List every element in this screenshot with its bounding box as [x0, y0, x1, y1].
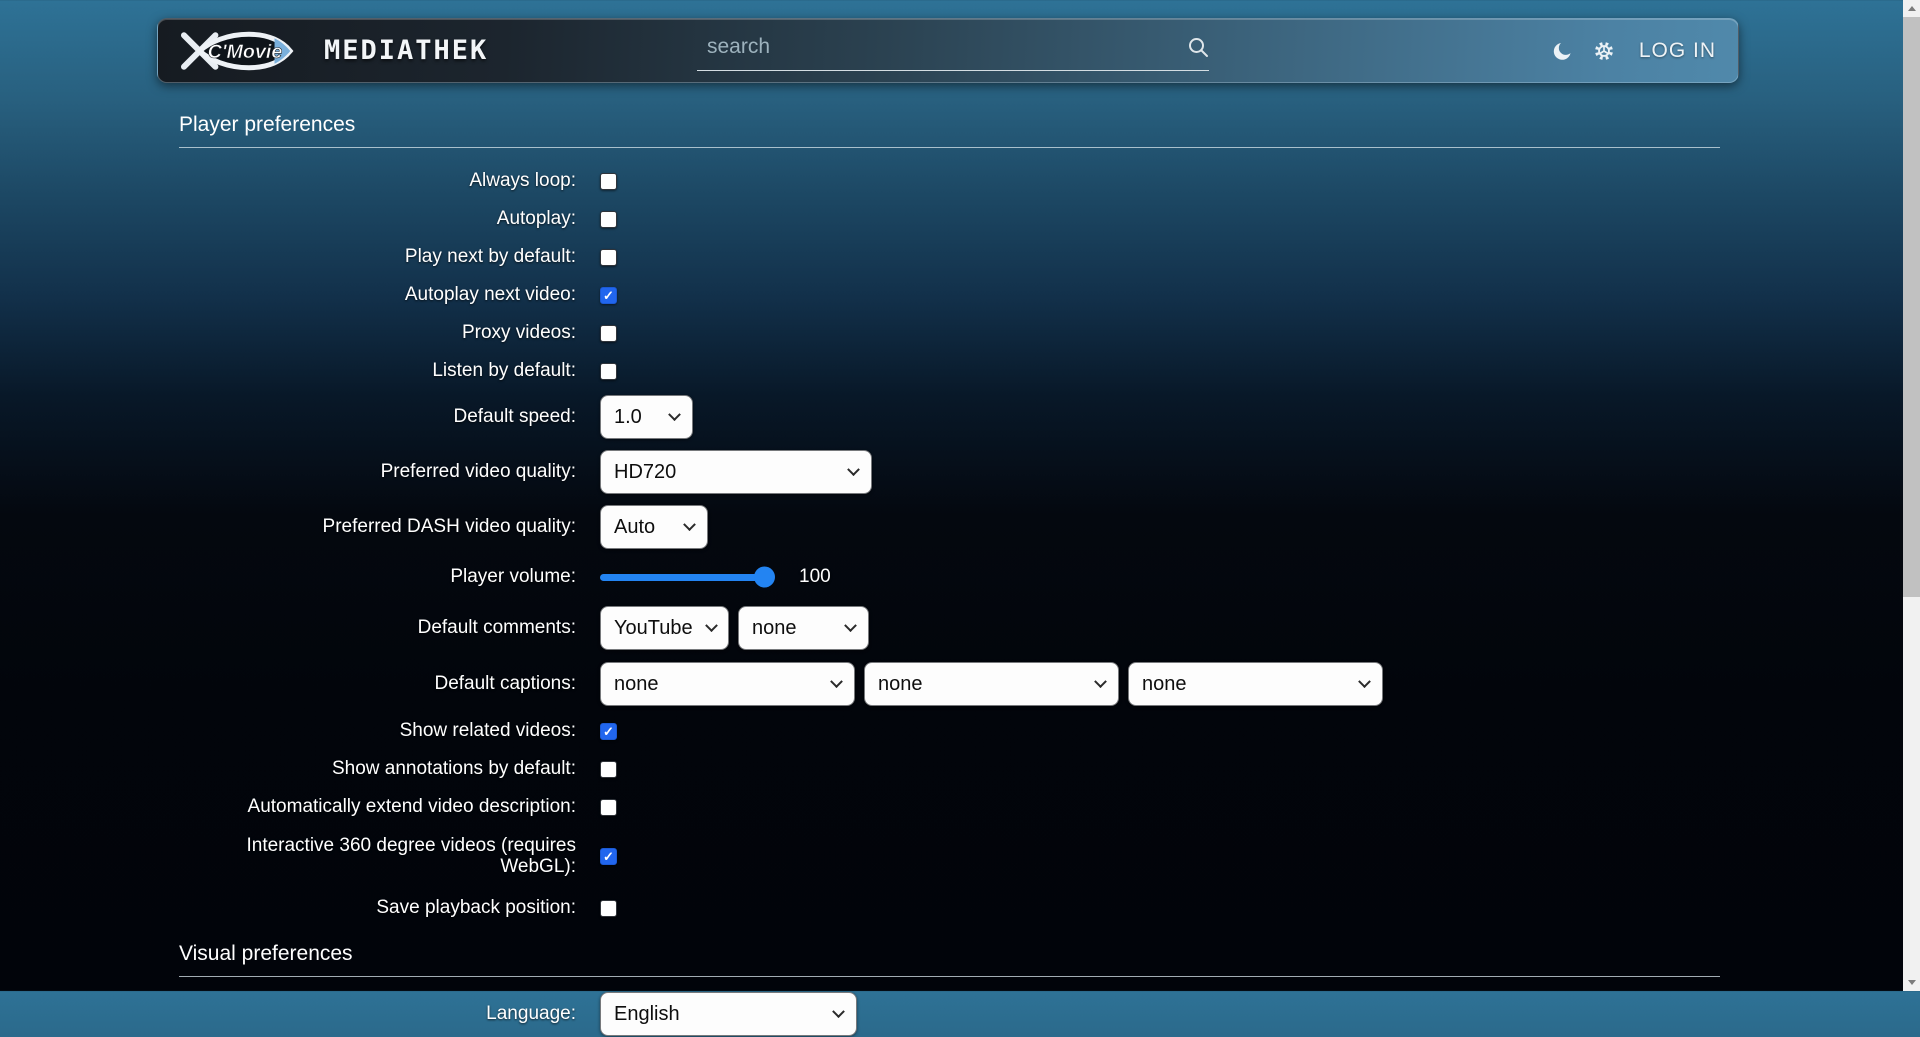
visual-preferences-heading: Visual preferences — [179, 942, 1720, 977]
play-next-checkbox[interactable] — [600, 249, 617, 266]
row-default-speed: Default speed: 1.0 — [179, 390, 1720, 444]
captions-third-value: none — [1142, 673, 1187, 696]
language-label: Language: — [179, 1003, 576, 1024]
row-player-volume: Player volume: 100 — [179, 554, 1720, 600]
always-loop-checkbox[interactable] — [600, 173, 617, 190]
row-save-position: Save playback position: — [179, 886, 1720, 930]
top-navbar: C'Movie MEDIATHEK LOG IN — [157, 18, 1739, 83]
comments-sort-select[interactable]: none — [738, 606, 869, 650]
video-quality-select[interactable]: HD720 — [600, 450, 872, 494]
login-button[interactable]: LOG IN — [1639, 39, 1716, 63]
brand-title: MEDIATHEK — [324, 35, 488, 66]
proxy-videos-checkbox[interactable] — [600, 325, 617, 342]
captions-third-select[interactable]: none — [1128, 662, 1383, 706]
autoplay-next-label: Autoplay next video: — [179, 284, 576, 305]
dash-quality-value: Auto — [614, 516, 655, 539]
arrow-down-icon — [1908, 980, 1916, 985]
comments-sort-value: none — [752, 617, 797, 640]
row-autoplay-next: Autoplay next video: — [179, 276, 1720, 314]
listen-default-label: Listen by default: — [179, 360, 576, 381]
default-comments-label: Default comments: — [179, 617, 576, 638]
dash-quality-label: Preferred DASH video quality: — [179, 516, 576, 537]
autoplay-checkbox[interactable] — [600, 211, 617, 228]
row-listen-default: Listen by default: — [179, 352, 1720, 390]
proxy-videos-label: Proxy videos: — [179, 322, 576, 343]
row-proxy-videos: Proxy videos: — [179, 314, 1720, 352]
vertical-scrollbar[interactable] — [1903, 0, 1920, 991]
captions-second-select[interactable]: none — [864, 662, 1119, 706]
play-next-label: Play next by default: — [179, 246, 576, 267]
chevron-down-icon — [683, 518, 696, 531]
row-video-quality: Preferred video quality: HD720 — [179, 444, 1720, 500]
video-quality-value: HD720 — [614, 461, 676, 484]
chevron-down-icon — [830, 675, 843, 688]
show-related-checkbox[interactable] — [600, 723, 617, 740]
listen-default-checkbox[interactable] — [600, 363, 617, 380]
scrollbar-thumb[interactable] — [1903, 17, 1920, 597]
row-dash-quality: Preferred DASH video quality: Auto — [179, 500, 1720, 554]
chevron-down-icon — [1358, 675, 1371, 688]
chevron-down-icon — [847, 463, 860, 476]
dark-mode-moon-icon[interactable] — [1552, 40, 1574, 62]
volume-value: 100 — [799, 566, 831, 588]
language-select[interactable]: English — [600, 992, 857, 1036]
chevron-down-icon — [844, 619, 857, 632]
row-show-annotations: Show annotations by default: — [179, 750, 1720, 788]
show-annotations-label: Show annotations by default: — [179, 758, 576, 779]
captions-second-value: none — [878, 673, 923, 696]
show-annotations-checkbox[interactable] — [600, 761, 617, 778]
auto-extend-description-label: Automatically extend video description: — [179, 796, 576, 817]
settings-gear-icon[interactable] — [1593, 40, 1615, 62]
captions-first-value: none — [614, 673, 659, 696]
default-captions-label: Default captions: — [179, 673, 576, 694]
chevron-down-icon — [832, 1005, 845, 1018]
search-icon[interactable] — [1187, 36, 1209, 58]
default-speed-select[interactable]: 1.0 — [600, 395, 693, 439]
row-interactive-360: Interactive 360 degree videos (requires … — [179, 826, 1720, 886]
preferences-page: Player preferences Always loop: Autoplay… — [179, 113, 1720, 1037]
volume-slider[interactable] — [600, 574, 772, 581]
autoplay-next-checkbox[interactable] — [600, 287, 617, 304]
interactive-360-checkbox[interactable] — [600, 848, 617, 865]
default-speed-label: Default speed: — [179, 406, 576, 427]
save-position-checkbox[interactable] — [600, 900, 617, 917]
default-speed-value: 1.0 — [614, 406, 642, 429]
dash-quality-select[interactable]: Auto — [600, 505, 708, 549]
chevron-down-icon — [705, 619, 718, 632]
site-logo[interactable]: C'Movie — [180, 26, 308, 76]
row-auto-extend-description: Automatically extend video description: — [179, 788, 1720, 826]
player-volume-label: Player volume: — [179, 566, 576, 587]
chevron-down-icon — [1094, 675, 1107, 688]
show-related-label: Show related videos: — [179, 720, 576, 741]
row-default-captions: Default captions: none none none — [179, 656, 1720, 712]
row-language: Language: English — [179, 991, 1720, 1037]
save-position-label: Save playback position: — [179, 897, 576, 918]
interactive-360-label: Interactive 360 degree videos (requires … — [179, 835, 576, 878]
row-default-comments: Default comments: YouTube none — [179, 600, 1720, 656]
fish-logo-icon: C'Movie — [180, 26, 308, 76]
comments-provider-select[interactable]: YouTube — [600, 606, 729, 650]
language-value: English — [614, 1003, 680, 1026]
autoplay-label: Autoplay: — [179, 208, 576, 229]
volume-slider-thumb[interactable] — [754, 567, 775, 588]
row-show-related: Show related videos: — [179, 712, 1720, 750]
captions-first-select[interactable]: none — [600, 662, 855, 706]
scrollbar-up-button[interactable] — [1903, 0, 1920, 17]
player-preferences-heading: Player preferences — [179, 113, 1720, 148]
row-autoplay: Autoplay: — [179, 200, 1720, 238]
auto-extend-description-checkbox[interactable] — [600, 799, 617, 816]
video-quality-label: Preferred video quality: — [179, 461, 576, 482]
chevron-down-icon — [668, 408, 681, 421]
scrollbar-down-button[interactable] — [1903, 974, 1920, 991]
always-loop-label: Always loop: — [179, 170, 576, 191]
comments-provider-value: YouTube — [614, 617, 693, 640]
arrow-up-icon — [1908, 6, 1916, 11]
svg-text:C'Movie: C'Movie — [208, 40, 283, 62]
search-bar — [697, 23, 1209, 71]
row-always-loop: Always loop: — [179, 162, 1720, 200]
search-input[interactable] — [697, 35, 1187, 59]
row-play-next: Play next by default: — [179, 238, 1720, 276]
navbar-right-cluster: LOG IN — [1552, 39, 1716, 63]
